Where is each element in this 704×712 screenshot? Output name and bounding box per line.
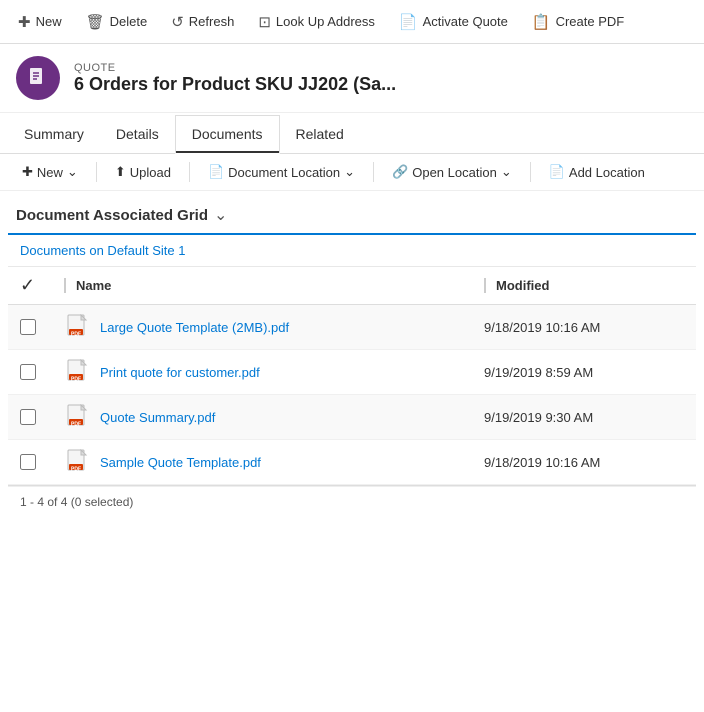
- upload-button[interactable]: ⬆ Upload: [105, 160, 181, 184]
- svg-text:PDF: PDF: [71, 332, 81, 338]
- file-name[interactable]: Print quote for customer.pdf: [100, 365, 484, 380]
- file-name[interactable]: Large Quote Template (2MB).pdf: [100, 320, 484, 335]
- check-all-cell: ✓: [20, 275, 64, 296]
- table-row: PDF Quote Summary.pdf 9/19/2019 9:30 AM: [8, 395, 696, 440]
- toolbar-divider-4: [530, 162, 531, 182]
- file-name[interactable]: Quote Summary.pdf: [100, 410, 484, 425]
- svg-text:PDF: PDF: [71, 377, 81, 383]
- grid-header: ✓ Name Modified: [8, 267, 696, 305]
- toolbar-divider-2: [189, 162, 190, 182]
- col-modified-header: Modified: [484, 278, 684, 293]
- row-checkbox-cell: [20, 409, 64, 425]
- doc-location-icon: 📄: [208, 164, 224, 180]
- grid-footer: 1 - 4 of 4 (0 selected): [8, 486, 696, 517]
- file-modified: 9/18/2019 10:16 AM: [484, 320, 684, 335]
- table-row: PDF Print quote for customer.pdf 9/19/20…: [8, 350, 696, 395]
- add-location-button[interactable]: 📄 Add Location: [539, 160, 655, 184]
- file-icon: PDF: [64, 403, 92, 431]
- tab-summary[interactable]: Summary: [8, 115, 100, 153]
- row-checkbox[interactable]: [20, 319, 36, 335]
- delete-icon: 🗑: [86, 13, 105, 31]
- refresh-button[interactable]: ↺ Refresh: [161, 9, 244, 35]
- row-checkbox[interactable]: [20, 409, 36, 425]
- record-info: QUOTE 6 Orders for Product SKU JJ202 (Sa…: [74, 62, 396, 95]
- document-grid: Documents on Default Site 1 ✓ Name Modif…: [8, 233, 696, 486]
- upload-icon: ⬆: [115, 164, 126, 180]
- plus-icon: ✚: [22, 164, 33, 180]
- doc-location-button[interactable]: 📄 Document Location ⌄: [198, 160, 365, 184]
- open-location-chevron-icon: ⌄: [501, 164, 512, 180]
- tab-details[interactable]: Details: [100, 115, 175, 153]
- toolbar-divider-1: [96, 162, 97, 182]
- section-header: Document Associated Grid ⌄: [0, 191, 704, 233]
- tabs-bar: Summary Details Documents Related: [0, 115, 704, 154]
- svg-text:PDF: PDF: [71, 422, 81, 428]
- new-chevron-icon: ⌄: [67, 164, 78, 180]
- check-all-icon[interactable]: ✓: [20, 275, 35, 295]
- row-checkbox-cell: [20, 319, 64, 335]
- sub-new-button[interactable]: ✚ New ⌄: [12, 160, 88, 184]
- table-row: PDF Sample Quote Template.pdf 9/18/2019 …: [8, 440, 696, 485]
- row-checkbox[interactable]: [20, 364, 36, 380]
- tab-documents[interactable]: Documents: [175, 115, 280, 154]
- file-modified: 9/19/2019 8:59 AM: [484, 365, 684, 380]
- row-checkbox-cell: [20, 454, 64, 470]
- top-toolbar: ✚ New 🗑 Delete ↺ Refresh ⊡ Look Up Addre…: [0, 0, 704, 44]
- new-icon: ✚: [18, 13, 31, 31]
- sub-toolbar: ✚ New ⌄ ⬆ Upload 📄 Document Location ⌄ 🔗…: [0, 154, 704, 191]
- toolbar-divider-3: [373, 162, 374, 182]
- lookup-button[interactable]: ⊡ Look Up Address: [248, 9, 385, 35]
- file-icon: PDF: [64, 358, 92, 386]
- file-modified: 9/19/2019 9:30 AM: [484, 410, 684, 425]
- row-checkbox-cell: [20, 364, 64, 380]
- grid-rows: PDF Large Quote Template (2MB).pdf 9/18/…: [8, 305, 696, 485]
- createpdf-icon: 📋: [532, 13, 551, 31]
- new-button[interactable]: ✚ New: [8, 9, 72, 35]
- record-title: 6 Orders for Product SKU JJ202 (Sa...: [74, 74, 396, 95]
- tab-related[interactable]: Related: [280, 115, 360, 153]
- lookup-icon: ⊡: [258, 13, 271, 31]
- section-title: Document Associated Grid: [16, 207, 208, 224]
- grid-site-label: Documents on Default Site 1: [8, 235, 696, 267]
- record-header: QUOTE 6 Orders for Product SKU JJ202 (Sa…: [0, 44, 704, 113]
- open-location-icon: 🔗: [392, 164, 408, 180]
- file-icon: PDF: [64, 313, 92, 341]
- section-chevron-icon[interactable]: ⌄: [214, 205, 227, 225]
- createpdf-button[interactable]: 📋 Create PDF: [522, 9, 634, 35]
- activate-button[interactable]: 📄 Activate Quote: [389, 9, 518, 35]
- activate-icon: 📄: [399, 13, 418, 31]
- col-name-header: Name: [64, 278, 484, 293]
- add-location-icon: 📄: [549, 164, 565, 180]
- file-name[interactable]: Sample Quote Template.pdf: [100, 455, 484, 470]
- file-modified: 9/18/2019 10:16 AM: [484, 455, 684, 470]
- svg-text:PDF: PDF: [71, 467, 81, 473]
- avatar: [16, 56, 60, 100]
- open-location-button[interactable]: 🔗 Open Location ⌄: [382, 160, 522, 184]
- file-icon: PDF: [64, 448, 92, 476]
- delete-button[interactable]: 🗑 Delete: [76, 9, 158, 35]
- record-type: QUOTE: [74, 62, 396, 74]
- doc-location-chevron-icon: ⌄: [344, 164, 355, 180]
- row-checkbox[interactable]: [20, 454, 36, 470]
- refresh-icon: ↺: [171, 13, 184, 31]
- table-row: PDF Large Quote Template (2MB).pdf 9/18/…: [8, 305, 696, 350]
- grid-footer-label: 1 - 4 of 4 (0 selected): [20, 495, 133, 509]
